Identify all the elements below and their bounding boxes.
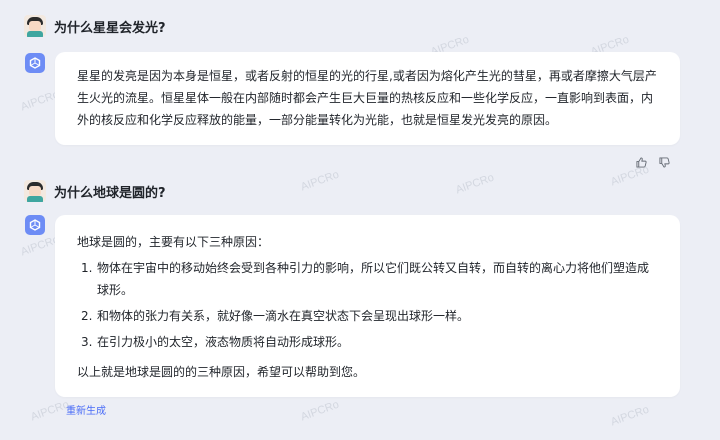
user-message: 为什么星星会发光?: [24, 15, 166, 37]
list-item-number: 1.: [81, 261, 93, 275]
answer-conclusion: 以上就是地球是圆的的三种原因，希望可以帮助到您。: [77, 365, 366, 379]
feedback-actions: [636, 153, 670, 172]
watermark: AIPCRo: [454, 171, 496, 197]
user-avatar: [24, 15, 46, 37]
question-text: 为什么地球是圆的?: [54, 185, 166, 201]
list-item-number: 3.: [81, 335, 93, 349]
answer-intro: 地球是圆的，主要有以下三种原因：: [77, 235, 270, 249]
user-avatar: [24, 180, 46, 202]
answer-card: 星星的发亮是因为本身是恒星，或者反射的恒星的光的行星,或者因为熔化产生光的彗星，…: [55, 52, 680, 145]
watermark: AIPCRo: [609, 403, 651, 429]
list-item-text: 在引力极小的太空，液态物质将自动形成球形。: [97, 335, 350, 349]
list-item: 2. 和物体的张力有关系，就好像一滴水在真空状态下会呈现出球形一样。: [81, 305, 660, 327]
watermark: AIPCRo: [29, 398, 71, 424]
list-item-text: 和物体的张力有关系，就好像一滴水在真空状态下会呈现出球形一样。: [97, 309, 470, 323]
question-text: 为什么星星会发光?: [54, 20, 166, 36]
watermark: AIPCRo: [299, 398, 341, 424]
answer-text: 星星的发亮是因为本身是恒星，或者反射的恒星的光的行星,或者因为熔化产生光的彗星，…: [77, 69, 657, 127]
bot-icon: [25, 53, 45, 73]
user-message: 为什么地球是圆的?: [24, 180, 166, 202]
regenerate-button[interactable]: 重新生成: [66, 402, 106, 417]
bot-icon: [25, 215, 45, 235]
list-item: 1. 物体在宇宙中的移动始终会受到各种引力的影响，所以它们既公转又自转，而自转的…: [81, 257, 660, 301]
list-item: 3. 在引力极小的太空，液态物质将自动形成球形。: [81, 331, 660, 353]
list-item-text: 物体在宇宙中的移动始终会受到各种引力的影响，所以它们既公转又自转，而自转的离心力…: [97, 261, 650, 297]
watermark: AIPCRo: [299, 168, 341, 194]
answer-card: 地球是圆的，主要有以下三种原因： 1. 物体在宇宙中的移动始终会受到各种引力的影…: [55, 215, 680, 397]
thumbs-down-icon[interactable]: [659, 153, 670, 172]
reason-list: 1. 物体在宇宙中的移动始终会受到各种引力的影响，所以它们既公转又自转，而自转的…: [77, 257, 660, 353]
thumbs-up-icon[interactable]: [636, 153, 647, 172]
list-item-number: 2.: [81, 309, 93, 323]
